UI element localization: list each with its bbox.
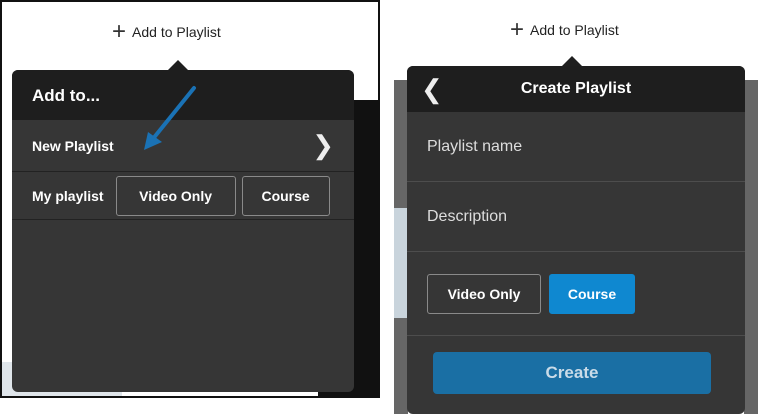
- add-to-playlist-button[interactable]: + Add to Playlist: [112, 20, 221, 44]
- popover-title: Create Playlist: [520, 80, 632, 97]
- create-playlist-popover: ❮ Create Playlist Playlist name Descript…: [407, 66, 745, 414]
- my-playlist-label: My playlist: [32, 187, 104, 204]
- chevron-left-icon[interactable]: ❮: [421, 74, 443, 105]
- background-thumbnail: [394, 208, 408, 318]
- add-to-playlist-label: Add to Playlist: [530, 22, 619, 38]
- create-button[interactable]: Create: [433, 352, 711, 394]
- course-button[interactable]: Course: [549, 273, 635, 314]
- add-to-playlist-button[interactable]: + Add to Playlist: [510, 18, 619, 42]
- popover-caret: [168, 60, 188, 70]
- video-only-button[interactable]: Video Only: [115, 175, 236, 216]
- playlist-name-input[interactable]: Playlist name: [407, 112, 745, 182]
- plus-icon: +: [510, 16, 525, 43]
- add-to-playlist-label: Add to Playlist: [132, 24, 221, 40]
- video-only-button[interactable]: Video Only: [427, 273, 541, 314]
- background-content: [744, 80, 758, 414]
- add-to-menu-screenshot: + Add to Playlist Add to... New Playlist…: [0, 0, 380, 398]
- chevron-right-icon: ❯: [312, 130, 334, 160]
- popover-caret: [562, 56, 582, 66]
- course-button[interactable]: Course: [241, 175, 330, 216]
- create-playlist-screenshot: + Add to Playlist ❮ Create Playlist Play…: [394, 0, 758, 414]
- description-input[interactable]: Description: [407, 182, 745, 252]
- popover-header: ❮ Create Playlist: [407, 66, 745, 112]
- create-button-wrap: Create: [407, 336, 745, 394]
- new-playlist-label: New Playlist: [32, 137, 114, 154]
- my-playlist-row: My playlist Video Only Course: [12, 172, 354, 220]
- playlist-type-toggle: Video Only Course: [407, 252, 745, 336]
- arrow-icon: [144, 86, 196, 150]
- plus-icon: +: [112, 18, 127, 45]
